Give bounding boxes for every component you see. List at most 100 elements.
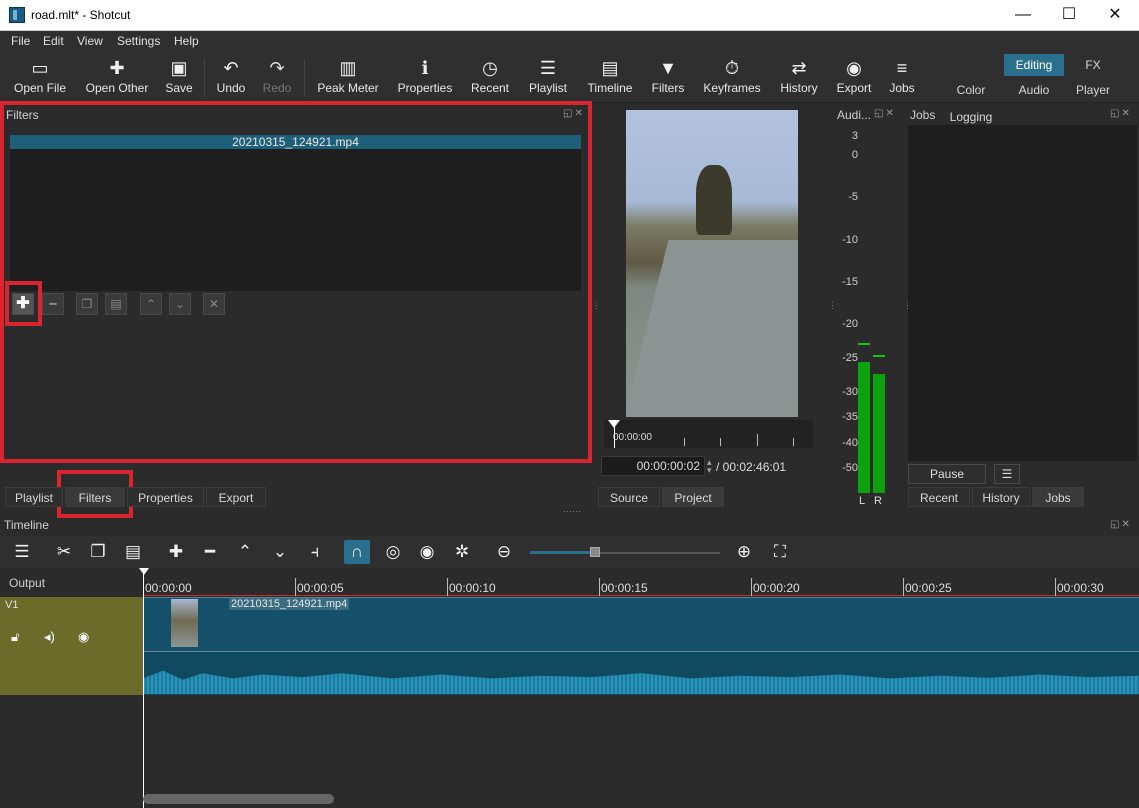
close-button[interactable]: ✕ [1092,0,1138,30]
jobs-panel-title: Jobs [910,108,936,122]
zoom-fit-icon[interactable]: ⛶ [767,540,793,564]
tab-history[interactable]: History [972,487,1030,507]
timeline-horizontal-scrollbar[interactable] [143,794,334,804]
undo-button[interactable]: ↶ Undo [212,55,250,101]
jobs-menu-button[interactable]: ☰ [994,464,1020,484]
snap-magnet-icon[interactable]: ∩ [344,540,370,564]
tab-filters[interactable]: Filters [65,487,125,507]
layout-color[interactable]: Color [941,79,1001,101]
timeline-menu-icon[interactable]: ☰ [9,540,35,564]
cut-icon[interactable]: ✂ [51,540,77,564]
tab-export[interactable]: Export [206,487,266,507]
append-icon[interactable]: ✚ [163,540,189,564]
timeline-clip[interactable]: 20210315_124921.mp4 [143,597,1139,695]
layout-audio[interactable]: Audio [1004,79,1064,101]
menu-bar: File Edit View Settings Help [0,31,1139,51]
lift-icon[interactable]: ⌃ [232,540,258,564]
redo-button[interactable]: ↷ Redo [258,55,296,101]
highlight-filters-panel [0,101,592,463]
timeline-button[interactable]: ▤ Timeline [582,55,638,101]
zoom-out-icon[interactable]: ⊖ [491,540,517,564]
menu-file[interactable]: File [11,34,30,48]
copy-icon[interactable]: ❐ [85,540,111,564]
layout-fx[interactable]: FX [1063,54,1123,76]
tab-recent[interactable]: Recent [908,487,970,507]
clock-icon: ◷ [482,58,498,78]
tab-jobs[interactable]: Jobs [1032,487,1084,507]
menu-view[interactable]: View [77,34,103,48]
ruler-tick [903,578,904,596]
ripple-target-icon[interactable]: ◉ [414,540,440,564]
current-time-field[interactable]: 00:00:00:02 [601,456,705,476]
scrub-start-time: 00:00:00 [613,432,652,443]
zoom-slider-fill [530,551,594,554]
jobs-button[interactable]: ≡ Jobs [884,55,920,101]
highlight-add-filter [5,281,42,326]
ruler-tick [447,578,448,596]
shotcut-app-icon [9,7,25,23]
recent-button[interactable]: ◷ Recent [466,55,514,101]
player-scrub-bar[interactable]: 00:00:00 [604,420,813,448]
meter-scale-label: -40 [842,437,858,449]
info-icon: ℹ [421,58,429,78]
open-file-button[interactable]: ▭ Open File [10,55,70,101]
menu-help[interactable]: Help [174,34,199,48]
ripple-delete-icon[interactable]: ━ [197,540,223,564]
overwrite-icon[interactable]: ⌄ [267,540,293,564]
playhead-marker-icon[interactable] [139,568,149,575]
open-other-button[interactable]: ✚ Open Other [82,55,152,101]
menu-settings[interactable]: Settings [117,34,160,48]
save-button[interactable]: ▣ Save [160,55,198,101]
layout-editing[interactable]: Editing [1004,54,1064,76]
filters-button[interactable]: ▼ Filters [646,55,690,101]
tab-source[interactable]: Source [598,487,660,507]
tab-properties[interactable]: Properties [127,487,204,507]
dock-float-close-icon[interactable]: ◱✕ [1110,519,1132,530]
peak-meter-button[interactable]: ▥ Peak Meter [312,55,384,101]
layout-player[interactable]: Player [1063,79,1123,101]
splitter-handle[interactable]: ⋯⋯ [563,506,581,517]
history-button[interactable]: ⇄ History [776,55,822,101]
audio-meter-title: Audi... [837,108,872,122]
minimize-button[interactable]: — [1000,0,1046,30]
split-icon[interactable]: ⫞ [302,540,328,564]
maximize-button[interactable]: ☐ [1046,0,1092,30]
meter-scale-label: -35 [842,411,858,423]
mute-icon[interactable]: ◂) [44,629,55,645]
scrub-tick [720,438,721,446]
clip-name: 20210315_124921.mp4 [229,598,350,610]
keyframes-button[interactable]: ⏱ Keyframes [698,55,766,101]
meter-scale-label: -10 [842,234,858,246]
playlist-button[interactable]: ☰ Playlist [522,55,574,101]
dock-float-close-icon[interactable]: ◱✕ [874,108,896,119]
eye-icon[interactable]: ◉ [78,629,89,645]
meter-scale-label: -30 [842,386,858,398]
pause-jobs-button[interactable]: Pause [908,464,986,484]
list-icon: ☰ [539,58,557,78]
timeline-playhead[interactable] [143,570,144,808]
meter-scale-label: -25 [842,352,858,364]
track-v1-header[interactable]: V1 🔓︎ ◂) ◉ [0,597,143,695]
tab-project[interactable]: Project [662,487,724,507]
scrub-tick [793,438,794,446]
lock-icon[interactable]: 🔓︎ [11,629,19,645]
zoom-in-icon[interactable]: ⊕ [731,540,757,564]
meter-peak-l [858,342,870,345]
channel-left-label: L [859,495,866,507]
properties-button[interactable]: ℹ Properties [393,55,457,101]
meter-peak-r [873,355,885,358]
dock-float-close-icon[interactable]: ◱✕ [1110,108,1132,119]
ruler-tick [295,578,296,596]
jobs-stack-icon: ≡ [896,58,908,78]
meter-bar-l [858,361,870,493]
export-button[interactable]: ◉ Export [832,55,876,101]
jobs-list[interactable] [908,125,1137,461]
paste-icon[interactable]: ▤ [120,540,146,564]
tab-playlist[interactable]: Playlist [5,487,63,507]
ripple-all-icon[interactable]: ✲ [449,540,475,564]
menu-edit[interactable]: Edit [43,34,64,48]
scrub-drag-eye-icon[interactable]: ◎ [380,540,406,564]
main-toolbar: ▭ Open File ✚ Open Other ▣ Save ↶ Undo ↷ Redo… [0,51,1139,124]
timecode-spinner-icon[interactable]: ▴ ▾ [707,458,712,475]
zoom-slider-handle[interactable] [590,547,600,557]
